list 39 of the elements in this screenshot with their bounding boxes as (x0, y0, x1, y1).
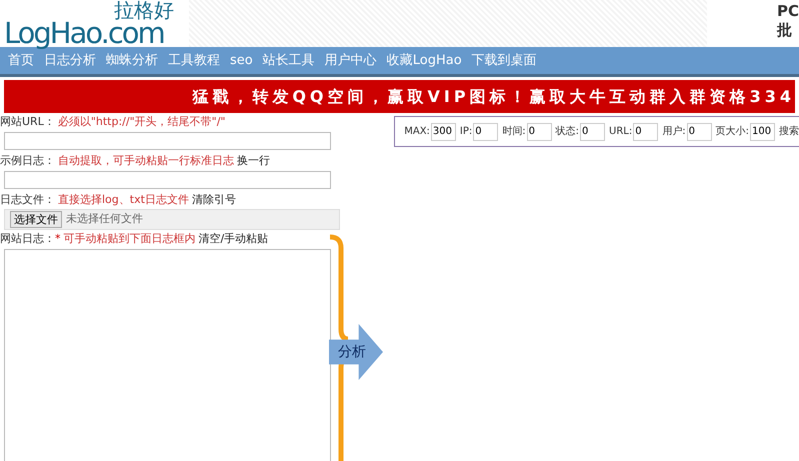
header-text: 批 (776, 21, 793, 40)
logo-tagline: 拉格好 (114, 0, 175, 20)
field-label: 网站日志： (0, 231, 55, 248)
file-status: 未选择任何文件 (66, 211, 143, 228)
action-link[interactable]: 换一行 (237, 153, 270, 170)
action-link[interactable]: 清除引号 (192, 192, 236, 209)
field-label: 网站URL： (0, 114, 55, 130)
filter-input[interactable]: 100 (750, 122, 775, 140)
filter-input[interactable]: 0 (686, 122, 712, 140)
filter-label: URL: (609, 125, 632, 139)
filter-input[interactable]: 0 (526, 122, 552, 140)
promo-text[interactable]: 猛戳，转发QQ空间，赢取VIP图标！赢取大牛互动群入群资格334 (192, 84, 795, 108)
filter-input[interactable]: 0 (580, 122, 606, 140)
filter-label: 状态: (556, 124, 580, 139)
required-mark: * (55, 231, 60, 248)
analyze-button[interactable]: 分析 (329, 324, 383, 380)
field-label: 日志文件： (0, 192, 55, 208)
logo[interactable]: LogHao.com (4, 20, 190, 47)
hint-text: 直接选择log、txt日志文件 (58, 192, 189, 208)
input-field[interactable] (4, 132, 331, 150)
header-text: PC (776, 2, 799, 21)
filter-input[interactable]: 0 (633, 122, 658, 140)
input-field[interactable] (4, 171, 331, 189)
filter-input[interactable]: 300 (430, 122, 456, 140)
filter-label: MAX: (404, 125, 430, 139)
filter-label: 时间: (502, 124, 526, 139)
field-label: 示例日志： (0, 153, 55, 170)
file-picker[interactable]: 选择文件 未选择任何文件 (4, 209, 340, 230)
filter-input[interactable]: 0 (473, 122, 498, 140)
filter-label: 页大小: (716, 124, 749, 139)
choose-file-button[interactable]: 选择文件 (10, 211, 62, 228)
log-textarea[interactable] (4, 249, 331, 461)
hint-text: 可手动粘贴到下面日志框内 (64, 231, 196, 248)
hint-text: 必须以"http://"开头，结尾不带"/" (58, 114, 226, 130)
hint-text: 自动提取，可手动粘贴一行标准日志 (58, 153, 234, 170)
filter-label: IP: (460, 125, 472, 139)
action-link[interactable]: 清空/手动粘贴 (198, 231, 268, 248)
search-link[interactable]: 搜索 (779, 124, 799, 139)
filter-label: 用户: (662, 124, 686, 139)
